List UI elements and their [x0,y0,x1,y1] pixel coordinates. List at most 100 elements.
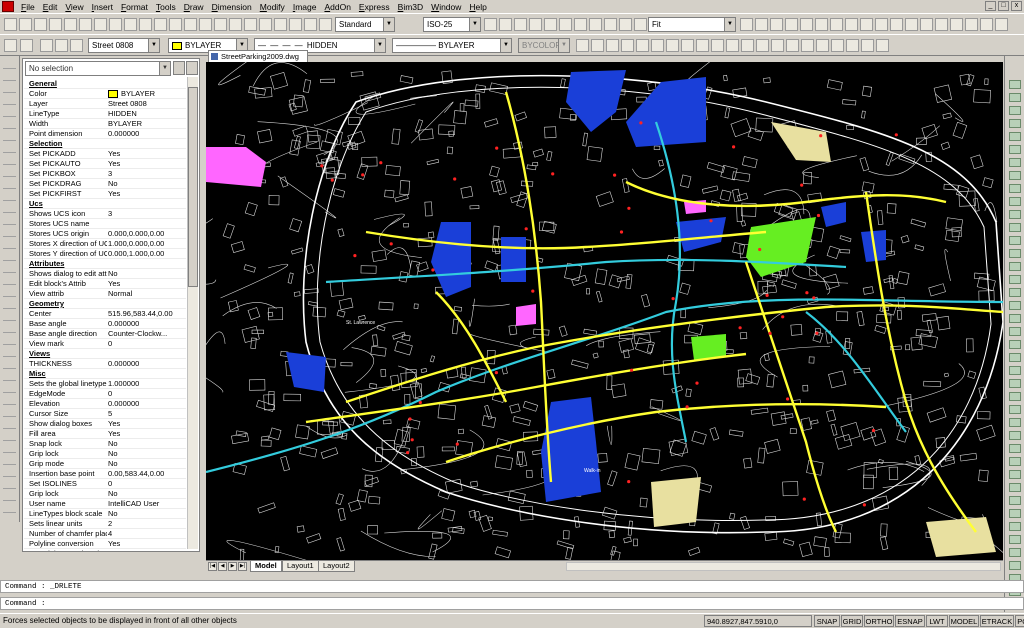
dim-style-combo[interactable]: ISO-25 ▼ [423,17,481,32]
toolbar-button[interactable] [229,18,242,31]
toolbar-button[interactable] [184,18,197,31]
toolbar-button[interactable] [786,39,799,52]
draw-tool-button[interactable] [3,276,16,285]
property-row[interactable]: View attrib Normal [24,289,186,299]
property-row[interactable]: Fill area Yes [24,429,186,439]
toolbar-button[interactable] [619,18,632,31]
modify-tool-button[interactable] [1009,522,1021,531]
property-row[interactable]: Sets the global linetype 1.000000 [24,379,186,389]
property-row[interactable]: Polyline conversion Yes [24,539,186,549]
toolbar-button[interactable] [816,39,829,52]
draw-tool-button[interactable] [3,336,16,345]
draw-tool-button[interactable] [3,228,16,237]
property-row[interactable]: Show dialog boxes Yes [24,419,186,429]
toolbar-button[interactable] [169,18,182,31]
toolbar-button[interactable] [905,18,918,31]
menu-window[interactable]: Window [427,1,465,13]
toolbar-button[interactable] [559,18,572,31]
menu-dimension[interactable]: Dimension [208,1,256,13]
selection-combo[interactable]: No selection ▼ [25,61,171,76]
toolbar-button[interactable] [64,18,77,31]
draw-tool-button[interactable] [3,84,16,93]
property-row[interactable]: LineType HIDDEN [24,109,186,119]
toolbar-button[interactable] [696,39,709,52]
modify-tool-button[interactable] [1009,184,1021,193]
toolbar-button[interactable] [634,18,647,31]
menu-express[interactable]: Express [355,1,394,13]
property-category[interactable]: Attributes [24,259,186,269]
property-category[interactable]: Selection [24,139,186,149]
property-row[interactable]: User name IntelliCAD User [24,499,186,509]
toolbar-button[interactable] [831,39,844,52]
properties-scrollbar[interactable] [187,77,198,549]
toolbar-button[interactable] [860,18,873,31]
property-row[interactable]: Grip mode No [24,459,186,469]
toolbar-button[interactable] [20,39,33,52]
toolbar-button[interactable] [785,18,798,31]
draw-tool-button[interactable] [3,492,16,501]
scrollbar-thumb[interactable] [188,87,198,287]
toolbar-button[interactable] [755,18,768,31]
toolbar-button[interactable] [4,39,17,52]
property-row[interactable]: Snap lock No [24,439,186,449]
status-toggle-snap[interactable]: SNAP [814,615,840,627]
first-tab-icon[interactable]: |◀ [208,562,217,571]
menu-draw[interactable]: Draw [180,1,208,13]
modify-tool-button[interactable] [1009,171,1021,180]
modify-tool-button[interactable] [1009,496,1021,505]
property-row[interactable]: Shows dialog to edit attrib No [24,269,186,279]
toolbar-button[interactable] [304,18,317,31]
toolbar-button[interactable] [124,18,137,31]
status-toggle-esnap[interactable]: ESNAP [895,615,925,627]
property-row[interactable]: EdgeMode 0 [24,389,186,399]
toolbar-button[interactable] [319,18,332,31]
property-row[interactable]: Layer Street 0808 [24,99,186,109]
toolbar-button[interactable] [244,18,257,31]
modify-tool-button[interactable] [1009,132,1021,141]
toolbar-button[interactable] [741,39,754,52]
draw-tool-button[interactable] [3,408,16,417]
property-row[interactable]: Number of chamfer places4 [24,529,186,539]
toolbar-button[interactable] [636,39,649,52]
status-toggle-lwt[interactable]: LWT [926,615,948,627]
menu-bim3d[interactable]: Bim3D [394,1,428,13]
toolbar-button[interactable] [756,39,769,52]
modify-tool-button[interactable] [1009,366,1021,375]
draw-tool-button[interactable] [3,180,16,189]
toolbar-button[interactable] [259,18,272,31]
modify-tool-button[interactable] [1009,106,1021,115]
toolbar-button[interactable] [514,18,527,31]
modify-tool-button[interactable] [1009,275,1021,284]
lineweight-combo[interactable]: ————— BYLAYER ▼ [392,38,512,53]
draw-tool-button[interactable] [3,168,16,177]
toolbar-button[interactable] [70,39,83,52]
toolbar-button[interactable] [711,39,724,52]
close-button[interactable]: x [1011,1,1022,11]
property-row[interactable]: Set PICKADD Yes [24,149,186,159]
draw-tool-button[interactable] [3,192,16,201]
toolbar-button[interactable] [935,18,948,31]
draw-tool-button[interactable] [3,468,16,477]
plotstyle-combo[interactable]: BYCOLOR ▼ [518,38,570,53]
property-row[interactable]: View mark 0 [24,339,186,349]
property-row[interactable]: Grip lock No [24,449,186,459]
quick-select-button[interactable] [173,61,185,75]
menu-insert[interactable]: Insert [88,1,117,13]
property-category[interactable]: Misc [24,369,186,379]
menu-edit[interactable]: Edit [39,1,62,13]
draw-tool-button[interactable] [3,348,16,357]
toolbar-button[interactable] [830,18,843,31]
modify-tool-button[interactable] [1009,119,1021,128]
toolbar-button[interactable] [651,39,664,52]
property-row[interactable]: Set PICKAUTO Yes [24,159,186,169]
modify-tool-button[interactable] [1009,444,1021,453]
modify-tool-button[interactable] [1009,197,1021,206]
draw-tool-button[interactable] [3,120,16,129]
property-row[interactable]: Sets linear units 2 [24,519,186,529]
property-row[interactable]: Width BYLAYER [24,119,186,129]
toolbar-button[interactable] [40,39,53,52]
tab-model[interactable]: Model [250,561,282,572]
property-category[interactable]: Ucs [24,199,186,209]
font-combo[interactable]: Fit ▼ [648,17,736,32]
street-map-drawing[interactable]: Walk-in St. Lawrence [206,62,1003,560]
